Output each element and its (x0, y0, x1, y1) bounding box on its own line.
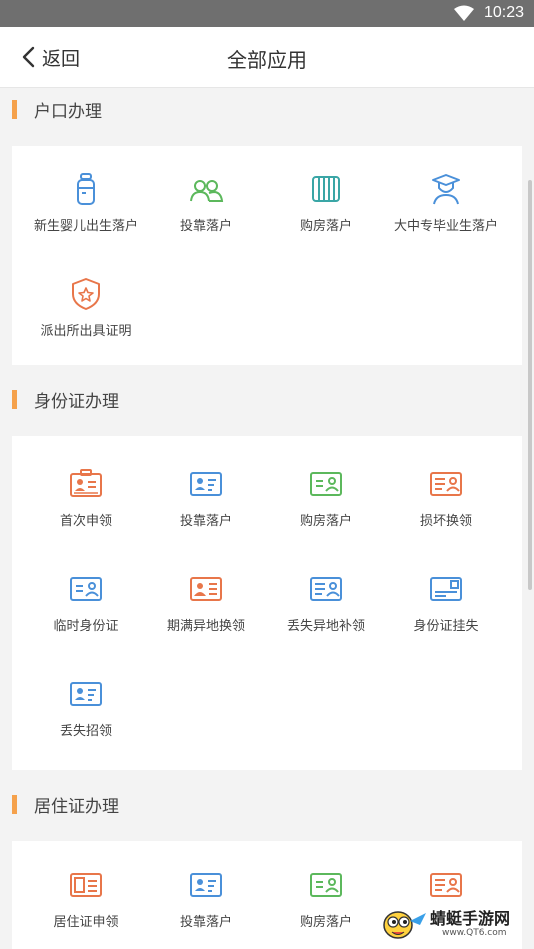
residence-card-icon (70, 873, 102, 897)
app-item-toukao[interactable]: 投靠落户 (146, 172, 266, 252)
app-item-toukao[interactable]: 投靠落户 (146, 467, 266, 547)
status-time: 10:23 (483, 4, 524, 21)
app-item-graduate[interactable]: 大中专毕业生落户 (386, 172, 506, 252)
app-item-damaged-replace[interactable]: 损坏换领 (386, 467, 506, 547)
wifi-icon (454, 5, 474, 21)
app-item-police-proof[interactable]: 派出所出具证明 (26, 277, 146, 357)
radiator-icon (312, 176, 340, 202)
section-header-hukou: 户口办理 (12, 99, 102, 122)
people-icon (190, 180, 224, 202)
police-badge-icon (72, 278, 100, 310)
app-item-newborn[interactable]: 新生婴儿出生落户 (26, 172, 146, 252)
watermark-title: 蜻蜓手游网 (430, 909, 511, 928)
app-item-report-lost[interactable]: 身份证挂失 (386, 572, 506, 652)
app-item-label: 购房落户 (299, 915, 352, 930)
id-card-icon (430, 472, 462, 496)
id-card-icon (190, 873, 222, 897)
id-card-badge-icon (70, 469, 102, 497)
section-title: 身份证办理 (34, 391, 119, 412)
id-card-icon (310, 472, 342, 496)
app-item-label: 购房落户 (299, 219, 352, 234)
app-item-lost-found[interactable]: 丢失招领 (26, 677, 146, 757)
section-title: 户口办理 (34, 101, 102, 122)
app-item-goufang[interactable]: 购房落户 (266, 868, 386, 948)
id-card-icon (70, 577, 102, 601)
app-item-label: 投靠落户 (179, 915, 232, 930)
watermark-url: www.QT6.com (442, 928, 507, 938)
section-card-idcard: 首次申领 投靠落户 购房落户 损坏换领 临时身份证 期满异地换领 丢失异地补领 … (12, 436, 522, 770)
app-item-label: 大中专毕业生落户 (393, 219, 498, 234)
id-card-icon (430, 873, 462, 897)
app-item-first-apply[interactable]: 首次申领 (26, 467, 146, 547)
section-header-residence: 居住证办理 (12, 794, 119, 817)
graduate-icon (432, 174, 460, 205)
id-card-icon (70, 682, 102, 706)
section-header-idcard: 身份证办理 (12, 389, 119, 412)
id-card-icon (190, 577, 222, 601)
app-item-label: 首次申领 (59, 514, 112, 529)
app-item-label: 居住证申领 (53, 915, 119, 930)
app-item-goufang[interactable]: 购房落户 (266, 467, 386, 547)
scrollbar[interactable] (528, 180, 532, 590)
dragonfly-logo-icon (383, 911, 426, 939)
status-bar: 10:23 (0, 0, 534, 27)
app-item-label: 丢失招领 (59, 724, 112, 739)
app-item-label: 新生婴儿出生落户 (33, 219, 138, 234)
app-item-temp-id[interactable]: 临时身份证 (26, 572, 146, 652)
section-accent-bar (12, 794, 17, 814)
page-title: 全部应用 (227, 48, 307, 72)
title-bar: 返回 全部应用 (0, 27, 534, 88)
section-title: 居住证办理 (34, 796, 119, 817)
app-item-label: 投靠落户 (179, 219, 232, 234)
app-item-goufang[interactable]: 购房落户 (266, 172, 386, 252)
app-item-label: 身份证挂失 (413, 619, 479, 634)
app-list[interactable]: 户口办理 新生婴儿出生落户 投靠落户 购房落户 大中专毕业生落户 派出所出具证明… (0, 88, 534, 949)
app-item-expiry-remote[interactable]: 期满异地换领 (146, 572, 266, 652)
id-card-icon (190, 472, 222, 496)
baby-bottle-icon (77, 173, 95, 205)
app-item-label: 损坏换领 (419, 514, 472, 529)
section-card-hukou: 新生婴儿出生落户 投靠落户 购房落户 大中专毕业生落户 派出所出具证明 (12, 146, 522, 365)
app-item-label: 期满异地换领 (166, 619, 245, 634)
app-item-label: 临时身份证 (53, 619, 119, 634)
id-card-icon (310, 873, 342, 897)
section-accent-bar (12, 99, 17, 119)
app-item-residence-apply[interactable]: 居住证申领 (26, 868, 146, 948)
app-item-label: 投靠落户 (179, 514, 232, 529)
watermark: 蜻蜓手游网 www.QT6.com (380, 903, 530, 947)
app-item-lost-remote[interactable]: 丢失异地补领 (266, 572, 386, 652)
id-card-icon (430, 577, 462, 601)
id-card-icon (310, 577, 342, 601)
section-accent-bar (12, 389, 17, 409)
app-item-label: 丢失异地补领 (286, 619, 365, 634)
app-item-toukao[interactable]: 投靠落户 (146, 868, 266, 948)
app-item-label: 派出所出具证明 (40, 324, 132, 339)
app-item-label: 购房落户 (299, 514, 352, 529)
